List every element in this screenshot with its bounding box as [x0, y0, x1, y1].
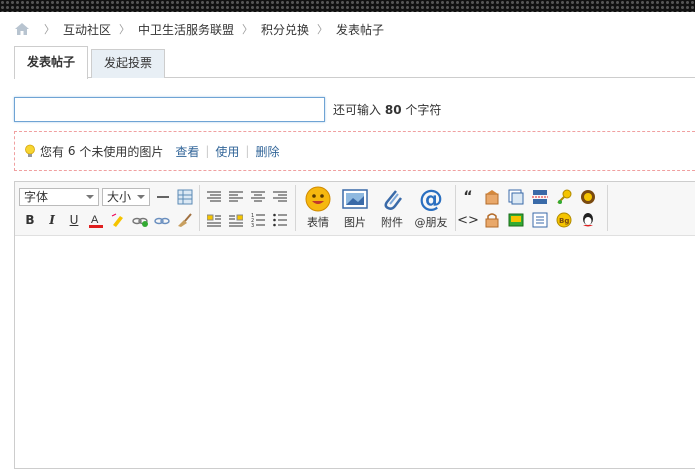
float-left-icon[interactable] — [205, 211, 223, 229]
tab-bar: 发表帖子 发起投票 — [14, 46, 168, 79]
tab-start-poll[interactable]: 发起投票 — [91, 49, 166, 78]
remain-counter: 还可输入 80 个字符 — [333, 103, 442, 117]
flash-icon[interactable] — [579, 188, 597, 206]
rich-text-editor: 字体 大小 B I U A 1 2 3 表情 图片 附件 @ @朋友 “ <> … — [14, 181, 695, 469]
breadcrumb-item-community[interactable]: 互动社区 — [63, 21, 111, 38]
post-icon[interactable] — [507, 188, 525, 206]
font-color-icon[interactable]: A — [87, 211, 105, 229]
breadcrumb-separator: 〉 — [44, 23, 55, 36]
remain-count: 80 — [384, 103, 402, 117]
unlink-icon[interactable] — [153, 211, 171, 229]
tab-post-thread[interactable]: 发表帖子 — [14, 46, 89, 79]
unused-image-count: 6 — [67, 144, 76, 158]
breadcrumb-item-current: 发表帖子 — [336, 22, 385, 37]
editor-toolbar: 字体 大小 B I U A 1 2 3 表情 图片 附件 @ @朋友 “ <> … — [15, 182, 695, 236]
bg-music-icon[interactable]: Bg — [555, 211, 573, 229]
ordered-list-icon[interactable]: 123 — [249, 211, 267, 229]
breadcrumb-item-points[interactable]: 积分兑换 — [261, 21, 309, 38]
home-icon[interactable] — [14, 22, 30, 36]
lightbulb-icon — [25, 144, 35, 157]
breadcrumb-item-alliance[interactable]: 中卫生活服务联盟 — [138, 21, 234, 38]
at-sign-icon: @ — [419, 185, 443, 213]
free-icon[interactable] — [483, 188, 501, 206]
align-left-icon[interactable] — [227, 188, 245, 206]
font-family-select[interactable]: 字体 — [19, 188, 99, 206]
breadcrumb: 〉 互动社区 〉 中卫生活服务联盟 〉 积分兑换 〉 发表帖子 — [14, 20, 384, 38]
svg-text:A: A — [91, 214, 99, 226]
breadcrumb-separator: 〉 — [242, 23, 254, 36]
link-icon[interactable] — [131, 211, 149, 229]
font-size-select[interactable]: 大小 — [102, 188, 150, 206]
top-banner-strip — [0, 0, 695, 12]
svg-text:Bg: Bg — [559, 217, 569, 225]
attachment-button[interactable]: 附件 — [375, 186, 409, 230]
svg-text:3: 3 — [251, 223, 254, 227]
editor-content-area[interactable] — [15, 236, 695, 468]
chevron-down-icon — [86, 195, 94, 199]
qq-icon[interactable] — [579, 211, 597, 229]
subject-input[interactable] — [14, 97, 325, 122]
background-color-icon[interactable] — [109, 211, 127, 229]
hide-content-icon[interactable] — [483, 211, 501, 229]
image-window-icon[interactable] — [507, 211, 525, 229]
underline-icon[interactable]: U — [65, 211, 83, 229]
view-images-link[interactable]: 查看 — [175, 143, 199, 160]
breadcrumb-separator: 〉 — [119, 23, 131, 36]
float-right-icon[interactable] — [227, 211, 245, 229]
emoticon-button[interactable]: 表情 — [301, 186, 335, 230]
use-images-link[interactable]: 使用 — [215, 143, 239, 160]
italic-icon[interactable]: I — [43, 211, 61, 229]
paperclip-icon — [379, 186, 405, 212]
delete-images-link[interactable]: 删除 — [255, 143, 279, 160]
unordered-list-icon[interactable] — [271, 211, 289, 229]
subject-row: 还可输入 80 个字符 — [14, 97, 441, 122]
quote-icon[interactable]: “ — [459, 188, 477, 206]
index-icon[interactable] — [531, 211, 549, 229]
image-button[interactable]: 图片 — [338, 186, 372, 230]
clear-format-icon[interactable] — [175, 211, 193, 229]
horizontal-rule-icon[interactable] — [154, 188, 172, 206]
image-icon — [342, 186, 368, 212]
align-right-icon[interactable] — [271, 188, 289, 206]
mention-friend-button[interactable]: @ @朋友 — [412, 185, 450, 230]
breadcrumb-separator: 〉 — [317, 23, 329, 36]
code-icon[interactable]: <> — [457, 211, 479, 229]
table-icon[interactable] — [176, 188, 194, 206]
page-break-icon[interactable] — [531, 188, 549, 206]
align-justify-icon[interactable] — [205, 188, 223, 206]
unused-images-notice: 您有 6 个未使用的图片 查看 | 使用 | 删除 — [14, 131, 695, 171]
smiley-icon — [305, 186, 331, 212]
password-key-icon[interactable] — [555, 188, 573, 206]
chevron-down-icon — [137, 195, 145, 199]
bold-icon[interactable]: B — [21, 211, 39, 229]
align-center-icon[interactable] — [249, 188, 267, 206]
